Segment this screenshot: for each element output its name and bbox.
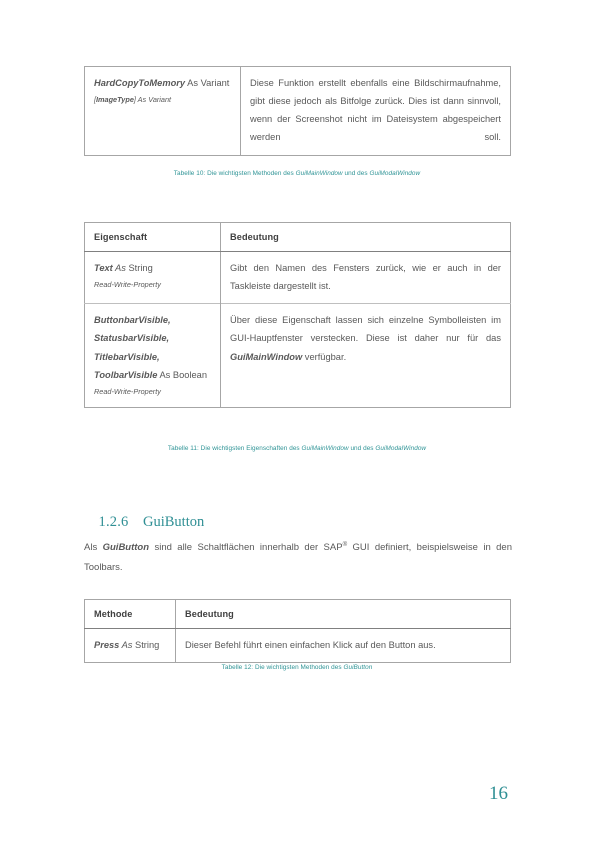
table-row: Text As String Read-Write-Property Gibt …: [85, 251, 511, 304]
table-row: Press As String Dieser Befehl führt eine…: [85, 628, 511, 663]
table-row: HardCopyToMemory As Variant [ImageType] …: [85, 66, 511, 156]
page-number: 16: [489, 783, 508, 804]
description-text: Diese Funktion erstellt ebenfalls eine B…: [250, 78, 501, 143]
method-signature: Press As String: [94, 640, 160, 650]
table-11-cell-description: Gibt den Namen des Fensters zurück, wie …: [220, 251, 511, 304]
table-12-header-col1: Methode: [84, 599, 176, 629]
table-row: ButtonbarVisible, StatusbarVisible, Titl…: [84, 303, 511, 408]
description-text: Über diese Eigenschaft lassen sich einze…: [230, 315, 501, 362]
description-text: Gibt den Namen des Fensters zurück, wie …: [230, 263, 501, 292]
table-11-header-col1: Eigenschaft: [84, 222, 221, 252]
method-signature: HardCopyToMemory As Variant: [94, 78, 230, 88]
table-12-header-row: Methode Bedeutung: [84, 599, 511, 629]
property-access: Read-Write-Property: [94, 280, 161, 290]
document-page: HardCopyToMemory As Variant [ImageType] …: [0, 0, 596, 842]
table-12-cell-method: Press As String: [85, 629, 176, 663]
table-10-cell-method: HardCopyToMemory As Variant [ImageType] …: [85, 67, 241, 156]
table-10-caption: Tabelle 10: Die wichtigsten Methoden des…: [173, 170, 421, 177]
method-parameter: [ImageType] As Variant: [94, 95, 172, 105]
table-11-caption: Tabelle 11: Die wichtigsten Eigenschafte…: [167, 445, 427, 452]
table-11-header-row: Eigenschaft Bedeutung: [84, 222, 511, 252]
table-10-methods: HardCopyToMemory As Variant [ImageType] …: [84, 66, 511, 156]
table-12-cell-description: Dieser Befehl führt einen einfachen Klic…: [175, 628, 511, 663]
table-11-cell-description: Über diese Eigenschaft lassen sich einze…: [220, 303, 511, 408]
table-11-cell-property: ButtonbarVisible, StatusbarVisible, Titl…: [84, 303, 221, 408]
description-text: Dieser Befehl führt einen einfachen Klic…: [185, 640, 436, 650]
table-12-methods: Methode Bedeutung Press As String Dieser…: [84, 599, 511, 664]
table-12-caption: Tabelle 12: Die wichtigsten Methoden des…: [221, 664, 373, 671]
body-paragraph: Als GuiButton sind alle Schaltflächen in…: [84, 540, 512, 573]
property-signature: ButtonbarVisible, StatusbarVisible, Titl…: [94, 315, 207, 380]
table-11-header-col2: Bedeutung: [220, 222, 511, 252]
section-title: GuiButton: [143, 514, 205, 530]
property-signature: Text As String: [94, 263, 153, 273]
table-12-header-col2: Bedeutung: [175, 599, 511, 629]
table-11-properties: Eigenschaft Bedeutung Text As String Rea…: [84, 222, 511, 408]
table-10-cell-description: Diese Funktion erstellt ebenfalls eine B…: [240, 66, 511, 155]
property-access: Read-Write-Property: [94, 386, 161, 396]
section-number: 1.2.6: [98, 514, 129, 530]
table-11-cell-property: Text As String Read-Write-Property: [85, 252, 221, 304]
